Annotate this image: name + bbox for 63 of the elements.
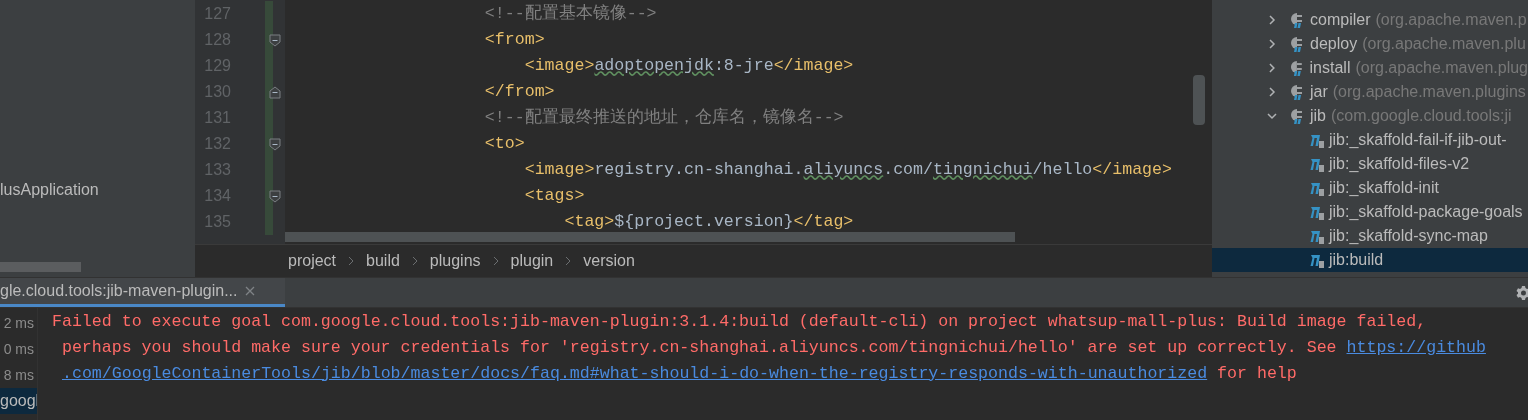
goal-row[interactable]: jib:_skaffold-init [1212,176,1528,200]
close-icon [245,286,256,296]
tree-item[interactable]: jar [1310,80,1328,104]
code-line: <tag>${project.version}</tag> [564,210,854,233]
tree-item[interactable]: jib [1310,104,1326,128]
code-line: <!--配置最终推送的地址，仓库名，镜像名--> [484,106,844,129]
code-line: </from> [484,80,555,103]
chevron-right-icon[interactable] [1266,14,1278,26]
group-id: (org.apache.maven.p [1375,10,1527,30]
error-text: for help [1216,362,1297,385]
chevron-down-icon[interactable] [1266,110,1278,122]
code-line: <from> [484,28,545,51]
goal-row[interactable]: jib:_skaffold-sync-map [1212,224,1528,248]
chevron-right-icon[interactable] [1266,38,1278,50]
tree-item-label: jib:_skaffold-package-goals [1329,202,1523,222]
tree-item-label: jib:_skaffold-files-v2 [1329,154,1470,174]
run-item[interactable]: 2 ms [0,310,37,336]
fold-icon [269,189,281,203]
goal-row[interactable]: jib:_skaffold-fail-if-jib-out- [1212,128,1528,152]
group-id: (org.apache.maven.plu [1362,34,1526,54]
scrollbar-thumb[interactable] [285,232,1015,242]
run-item[interactable]: 8 ms [0,362,37,388]
tree-item-label: jib:_skaffold-fail-if-jib-out- [1329,130,1507,150]
run-tab[interactable]: gle.cloud.tools:jib-maven-plugin... [0,278,285,307]
group-id: (org.apache.maven.plug [1355,58,1528,78]
goal-row[interactable]: jib:_skaffold-package-goals [1212,200,1528,224]
goal-row[interactable]: jib:_skaffold-files-v2 [1212,152,1528,176]
tree-item-label: jib:_skaffold-init [1329,178,1439,198]
group-id: (com.google.cloud.tools:ji [1331,106,1512,126]
chevron-icon [565,256,572,267]
group-id: (org.apache.maven.plugins [1332,82,1526,102]
code-line: <image>adoptopenjdk:8-jre</image> [524,54,854,77]
tree-item[interactable]: deploy [1310,32,1358,56]
tree-item[interactable]: compiler [1310,8,1371,32]
scrollbar-thumb[interactable] [0,262,81,272]
breadcrumb-item[interactable]: plugin [510,249,554,274]
link[interactable]: .com/GoogleContainerTools/jib/blob/master/docs/faq.md#what-should-i-do-when-the-registry-responds-with-unauthorized [62,361,1208,387]
fold-icon [269,85,281,99]
tree-item-label: jib:build [1329,250,1384,270]
tree-item-label: jib:_skaffold-sync-map [1329,226,1488,246]
code-line: <image>registry.cn-shanghai.aliyuncs.com/tingnichui/hello</image> [524,158,1172,181]
breadcrumb-item[interactable]: build [366,249,400,274]
settings-icon[interactable] [1514,284,1528,301]
fold-icon [269,33,281,47]
breadcrumb-item[interactable]: plugins [429,249,481,274]
goal-row[interactable]: jib:build [1212,248,1528,272]
chevron-icon [411,256,418,267]
run-item[interactable]: 0 ms [0,336,37,362]
breadcrumb-item[interactable]: version [583,249,635,274]
chevron-right-icon[interactable] [1266,86,1278,98]
tree-item[interactable]: lusApplication [0,178,99,202]
code-line: <tags> [524,184,585,207]
fold-icon [269,137,281,151]
code-line: <!--配置基本镜像--> [484,2,657,25]
chevron-icon [492,256,499,267]
chevron-icon [348,256,355,267]
code-line: <to> [484,132,525,155]
scrollbar-thumb[interactable] [1193,75,1205,125]
error-text: perhaps you should make sure your credentials for 'registry.cn-shanghai.aliyuncs.com/tingnichui/hello' are set up correctly. See [60,336,1338,359]
tree-item[interactable]: install [1309,56,1351,80]
link[interactable]: https://github [1346,335,1486,361]
breadcrumb-item[interactable]: project [288,249,337,274]
error-text: Failed to execute goal com.google.cloud.tools:jib-maven-plugin:3.1.4:build (default-cli) on project whatsup-mall-plus: Build image failed, [52,310,1427,333]
